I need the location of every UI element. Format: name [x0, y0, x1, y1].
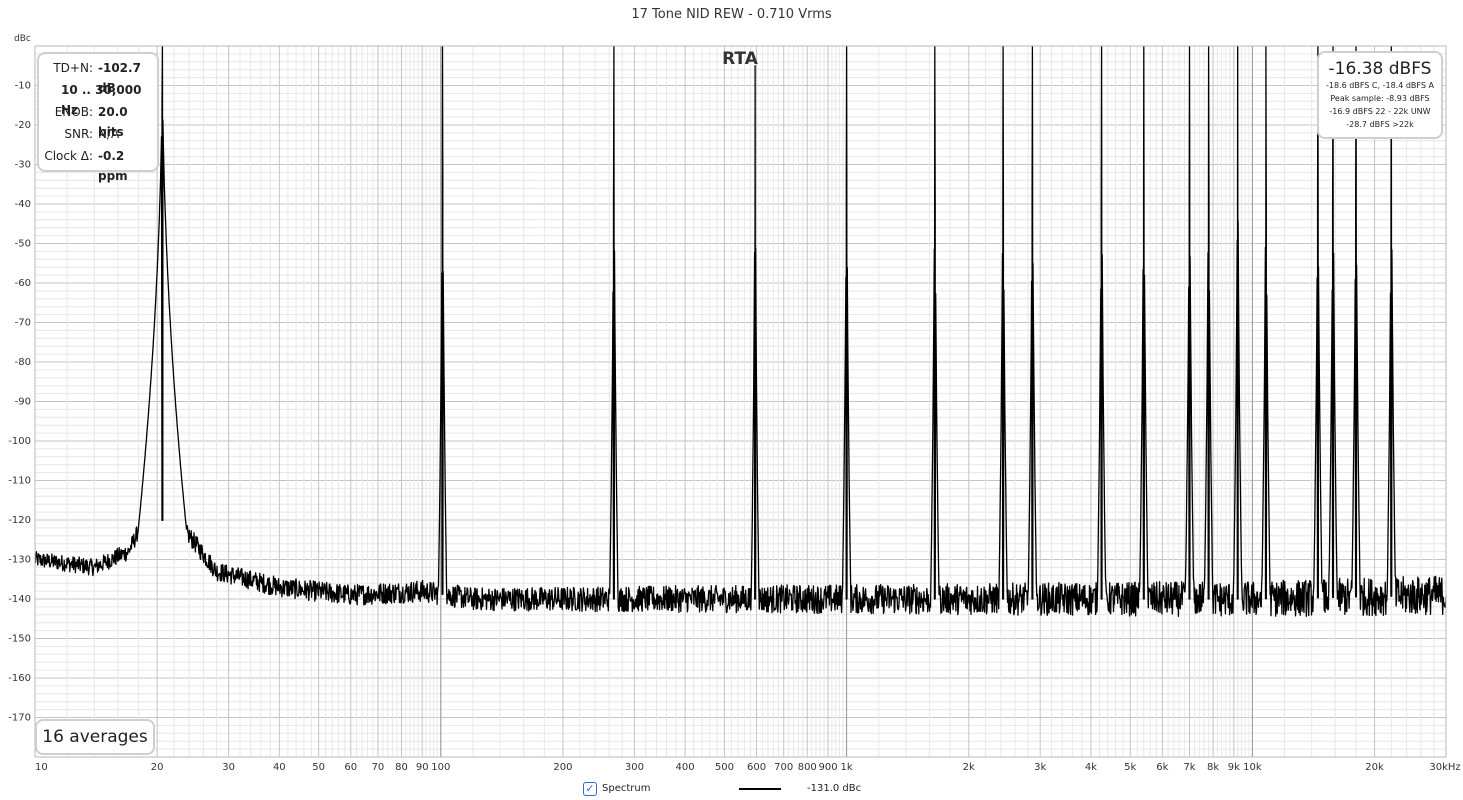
averages-badge: 16 averages [35, 719, 155, 755]
y-tick-label: -80 [15, 357, 31, 368]
x-tick-label: 700 [774, 762, 793, 773]
x-tick-labels: 10 20 30 40 50 60 70 80 90 100 200 300 400 500 600 700 8… [35, 762, 1461, 773]
x-tick-label: 500 [715, 762, 734, 773]
x-tick-label: 10k [1243, 762, 1262, 773]
rta-label: RTA [722, 49, 758, 69]
x-tick-label: 1k [841, 762, 853, 773]
y-tick-label: -160 [8, 673, 31, 684]
stat-row: Clock Δ: -0.2 ppm [39, 146, 157, 183]
y-tick-label: -120 [8, 515, 31, 526]
stat-row: ENOB: 20.0 bits [39, 102, 157, 139]
x-tick-label: 900 [818, 762, 837, 773]
spectrum-plot[interactable]: -10 -20 -30 -40 -50 -60 -70 -80 -90 -100 -110 -120 -… [0, 0, 1463, 800]
level-line-1: -18.6 dBFS C, -18.4 dBFS A [1326, 81, 1434, 90]
stat-row: TD+N: -102.7 dB [39, 58, 157, 95]
spectrum-checkbox[interactable]: ✓ [583, 782, 597, 796]
level-line-4: -28.7 dBFS >22k [1346, 120, 1414, 129]
x-tick-label: 5k [1124, 762, 1136, 773]
x-tick-label: 9k [1228, 762, 1240, 773]
y-tick-label: -130 [8, 555, 31, 566]
x-tick-label: 20k [1365, 762, 1384, 773]
y-tick-label: -110 [8, 476, 31, 487]
x-tick-label: 600 [747, 762, 766, 773]
x-tick-label: 800 [798, 762, 817, 773]
x-tick-label: 30kHz [1429, 762, 1460, 773]
y-tick-label: -140 [8, 594, 31, 605]
y-tick-label: -30 [15, 160, 31, 171]
x-tick-label: 2k [963, 762, 975, 773]
x-tick-label: 10 [35, 762, 48, 773]
stat-label: ENOB: [54, 105, 93, 119]
y-tick-label: -100 [8, 436, 31, 447]
x-tick-label: 20 [151, 762, 164, 773]
x-tick-label: 300 [625, 762, 644, 773]
y-tick-label: -90 [15, 397, 31, 408]
y-tick-label: -50 [15, 239, 31, 250]
x-tick-label: 100 [431, 762, 450, 773]
x-tick-label: 70 [372, 762, 385, 773]
x-tick-label: 4k [1085, 762, 1097, 773]
x-tick-label: 80 [395, 762, 408, 773]
level-main: -16.38 dBFS [1328, 59, 1432, 79]
y-tick-label: -60 [15, 278, 31, 289]
x-tick-label: 3k [1034, 762, 1046, 773]
x-tick-label: 50 [312, 762, 325, 773]
y-tick-label: -10 [15, 81, 31, 92]
x-tick-label: 40 [273, 762, 286, 773]
y-axis-label: dBc [14, 34, 31, 44]
legend-series-name: Spectrum [602, 783, 651, 794]
x-tick-label: 7k [1183, 762, 1195, 773]
stat-label: SNR: [64, 127, 93, 141]
x-tick-label: 60 [344, 762, 357, 773]
legend-line-swatch [739, 788, 781, 790]
stat-label: Clock Δ: [44, 149, 93, 163]
stat-row: SNR: N/A [39, 124, 157, 144]
legend: ✓ Spectrum -131.0 dBc [0, 779, 1463, 799]
stat-row: 10 .. 30,000 Hz [39, 80, 157, 117]
level-panel: -16.38 dBFS -18.6 dBFS C, -18.4 dBFS A P… [1317, 51, 1443, 139]
y-tick-label: -150 [8, 634, 31, 645]
y-tick-label: -20 [15, 120, 31, 131]
legend-series-value: -131.0 dBc [807, 783, 862, 794]
y-tick-labels: -10 -20 -30 -40 -50 -60 -70 -80 -90 -100 -110 -120 -… [8, 81, 31, 724]
y-tick-label: -170 [8, 713, 31, 724]
level-line-3: -16.9 dBFS 22 - 22k UNW [1329, 107, 1431, 116]
x-tick-label: 8k [1207, 762, 1219, 773]
x-tick-label: 6k [1156, 762, 1168, 773]
distortion-stats-panel: TD+N: -102.7 dB 10 .. 30,000 Hz ENOB: 20.0 b… [37, 52, 159, 183]
level-line-2: Peak sample: -8.93 dBFS [1330, 94, 1430, 103]
y-tick-label: -40 [15, 199, 31, 210]
y-tick-label: -70 [15, 318, 31, 329]
x-tick-label: 30 [222, 762, 235, 773]
x-tick-label: 400 [676, 762, 695, 773]
x-tick-label: 200 [553, 762, 572, 773]
stat-value: N/A [98, 127, 120, 141]
stat-value: -0.2 ppm [98, 149, 128, 183]
stat-label: TD+N: [53, 61, 93, 75]
x-tick-label: 90 [416, 762, 429, 773]
